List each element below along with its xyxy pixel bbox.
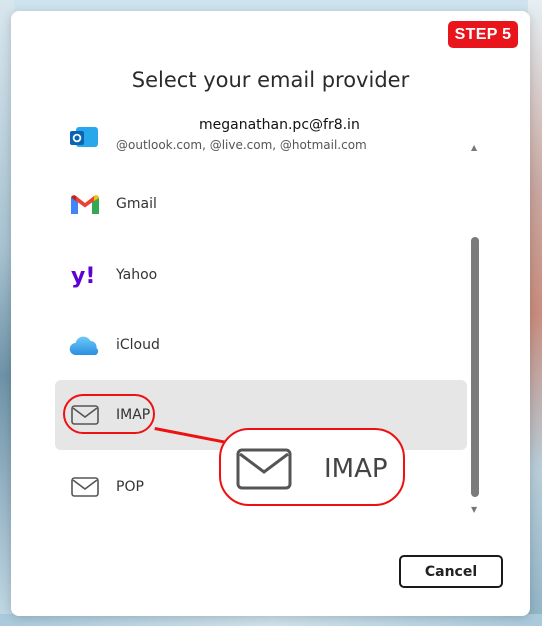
provider-label-yahoo: Yahoo [116,267,158,283]
cancel-button[interactable]: Cancel [399,555,503,588]
mail-icon [68,472,102,502]
provider-row-icloud[interactable]: iCloud [55,310,467,380]
mail-icon [236,448,292,494]
provider-label-gmail: Gmail [116,196,157,212]
outlook-account-email: meganathan.pc@fr8.in [199,118,360,133]
scrollbar-thumb[interactable] [471,237,479,497]
imap-highlight-annotation [63,394,155,434]
provider-row-gmail[interactable]: Gmail [55,169,467,239]
scroll-up-arrow[interactable]: ▲ [471,143,477,152]
yahoo-icon: y! [68,260,102,290]
provider-label-pop: POP [116,479,144,495]
callout-label: IMAP [324,454,388,484]
provider-label-icloud: iCloud [116,337,160,353]
outlook-icon [68,126,102,148]
background-right [528,0,542,626]
dialog-title: Select your email provider [131,68,410,92]
imap-zoom-callout: IMAP [219,428,405,506]
provider-row-yahoo[interactable]: y! Yahoo [55,240,467,310]
svg-text:y!: y! [71,264,95,289]
step-badge: STEP 5 [448,21,518,48]
outlook-domains: @outlook.com, @live.com, @hotmail.com [116,138,367,152]
icloud-icon [68,330,102,360]
scroll-down-arrow[interactable]: ▼ [471,505,477,514]
provider-row-outlook[interactable]: meganathan.pc@fr8.in @outlook.com, @live… [55,118,467,158]
gmail-icon [68,189,102,219]
